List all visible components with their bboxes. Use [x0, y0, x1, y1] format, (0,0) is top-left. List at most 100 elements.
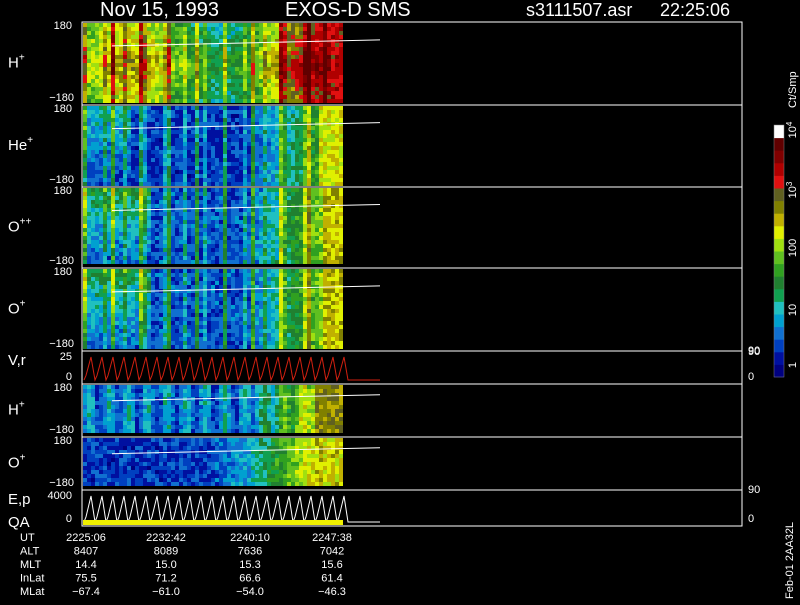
heatmap-cell: [167, 281, 171, 285]
heatmap-cell: [103, 277, 107, 281]
heatmap-cell: [155, 154, 159, 158]
heatmap-cell: [331, 192, 335, 196]
heatmap-cell: [203, 309, 207, 313]
heatmap-cell: [323, 220, 327, 224]
heatmap-cell: [239, 166, 243, 170]
heatmap-cell: [163, 162, 167, 166]
heatmap-cell: [251, 126, 255, 130]
heatmap-cell: [195, 23, 199, 27]
heatmap-cell: [251, 325, 255, 329]
heatmap-cell: [311, 142, 315, 146]
heatmap-cell: [203, 252, 207, 256]
heatmap-cell: [223, 154, 227, 158]
heatmap-cell: [207, 297, 211, 301]
heatmap-cell: [119, 236, 123, 240]
heatmap-cell: [211, 114, 215, 118]
heatmap-cell: [247, 297, 251, 301]
heatmap-cell: [299, 79, 303, 83]
heatmap-cell: [151, 196, 155, 200]
heatmap-cell: [135, 232, 139, 236]
heatmap-cell: [211, 301, 215, 305]
heatmap-cell: [267, 192, 271, 196]
heatmap-cell: [295, 170, 299, 174]
heatmap-cell: [119, 150, 123, 154]
heatmap-cell: [227, 212, 231, 216]
heatmap-cell: [299, 146, 303, 150]
heatmap-cell: [323, 162, 327, 166]
heatmap-cell: [83, 122, 87, 126]
heatmap-cell: [199, 256, 203, 260]
heatmap-cell: [147, 256, 151, 260]
heatmap-cell: [191, 110, 195, 114]
heatmap-cell: [159, 244, 163, 248]
heatmap-cell: [135, 285, 139, 289]
heatmap-cell: [83, 337, 87, 341]
heatmap-cell: [263, 63, 267, 67]
heatmap-cell: [159, 333, 163, 337]
heatmap-cell: [207, 83, 211, 87]
heatmap-cell: [315, 51, 319, 55]
heatmap-cell: [303, 39, 307, 43]
heatmap-cell: [323, 47, 327, 51]
heatmap-cell: [91, 301, 95, 305]
heatmap-cell: [183, 289, 187, 293]
heatmap-cell: [95, 297, 99, 301]
heatmap-cell: [127, 114, 131, 118]
heatmap-cell: [275, 146, 279, 150]
heatmap-cell: [171, 47, 175, 51]
heatmap-cell: [239, 162, 243, 166]
heatmap-cell: [251, 329, 255, 333]
heatmap-cell: [311, 27, 315, 31]
heatmap-cell: [111, 182, 115, 186]
heatmap-cell: [179, 192, 183, 196]
heatmap-cell: [107, 345, 111, 349]
heatmap-cell: [99, 47, 103, 51]
heatmap-cell: [123, 232, 127, 236]
heatmap-cell: [139, 329, 143, 333]
heatmap-cell: [263, 321, 267, 325]
heatmap-cell: [235, 212, 239, 216]
heatmap-cell: [335, 204, 339, 208]
heatmap-cell: [199, 142, 203, 146]
heatmap-cell: [227, 196, 231, 200]
heatmap-cell: [203, 244, 207, 248]
heatmap-cell: [187, 329, 191, 333]
heatmap-cell: [91, 192, 95, 196]
heatmap-cell: [143, 188, 147, 192]
heatmap-cell: [139, 305, 143, 309]
heatmap-cell: [131, 329, 135, 333]
heatmap-cell: [215, 87, 219, 91]
heatmap-cell: [155, 162, 159, 166]
heatmap-cell: [307, 301, 311, 305]
heatmap-cell: [235, 337, 239, 341]
heatmap-cell: [155, 114, 159, 118]
heatmap-cell: [259, 236, 263, 240]
heatmap-cell: [195, 106, 199, 110]
heatmap-cell: [267, 71, 271, 75]
header-date: Nov 15, 1993: [100, 0, 219, 21]
heatmap-cell: [219, 345, 223, 349]
heatmap-cell: [255, 317, 259, 321]
heatmap-cell: [199, 31, 203, 35]
heatmap-cell: [179, 75, 183, 79]
heatmap-cell: [87, 321, 91, 325]
heatmap-cell: [143, 236, 147, 240]
heatmap-cell: [279, 196, 283, 200]
heatmap-cell: [267, 212, 271, 216]
heatmap-cell: [255, 71, 259, 75]
heatmap-cell: [95, 83, 99, 87]
heatmap-cell: [339, 75, 343, 79]
heatmap-cell: [271, 196, 275, 200]
heatmap-cell: [271, 162, 275, 166]
heatmap-cell: [235, 192, 239, 196]
heatmap-cell: [263, 23, 267, 27]
heatmap-cell: [179, 305, 183, 309]
heatmap-cell: [171, 301, 175, 305]
heatmap-cell: [111, 325, 115, 329]
heatmap-cell: [255, 224, 259, 228]
heatmap-cell: [247, 212, 251, 216]
heatmap-cell: [303, 118, 307, 122]
heatmap-cell: [227, 228, 231, 232]
heatmap-cell: [235, 325, 239, 329]
heatmap-cell: [123, 341, 127, 345]
